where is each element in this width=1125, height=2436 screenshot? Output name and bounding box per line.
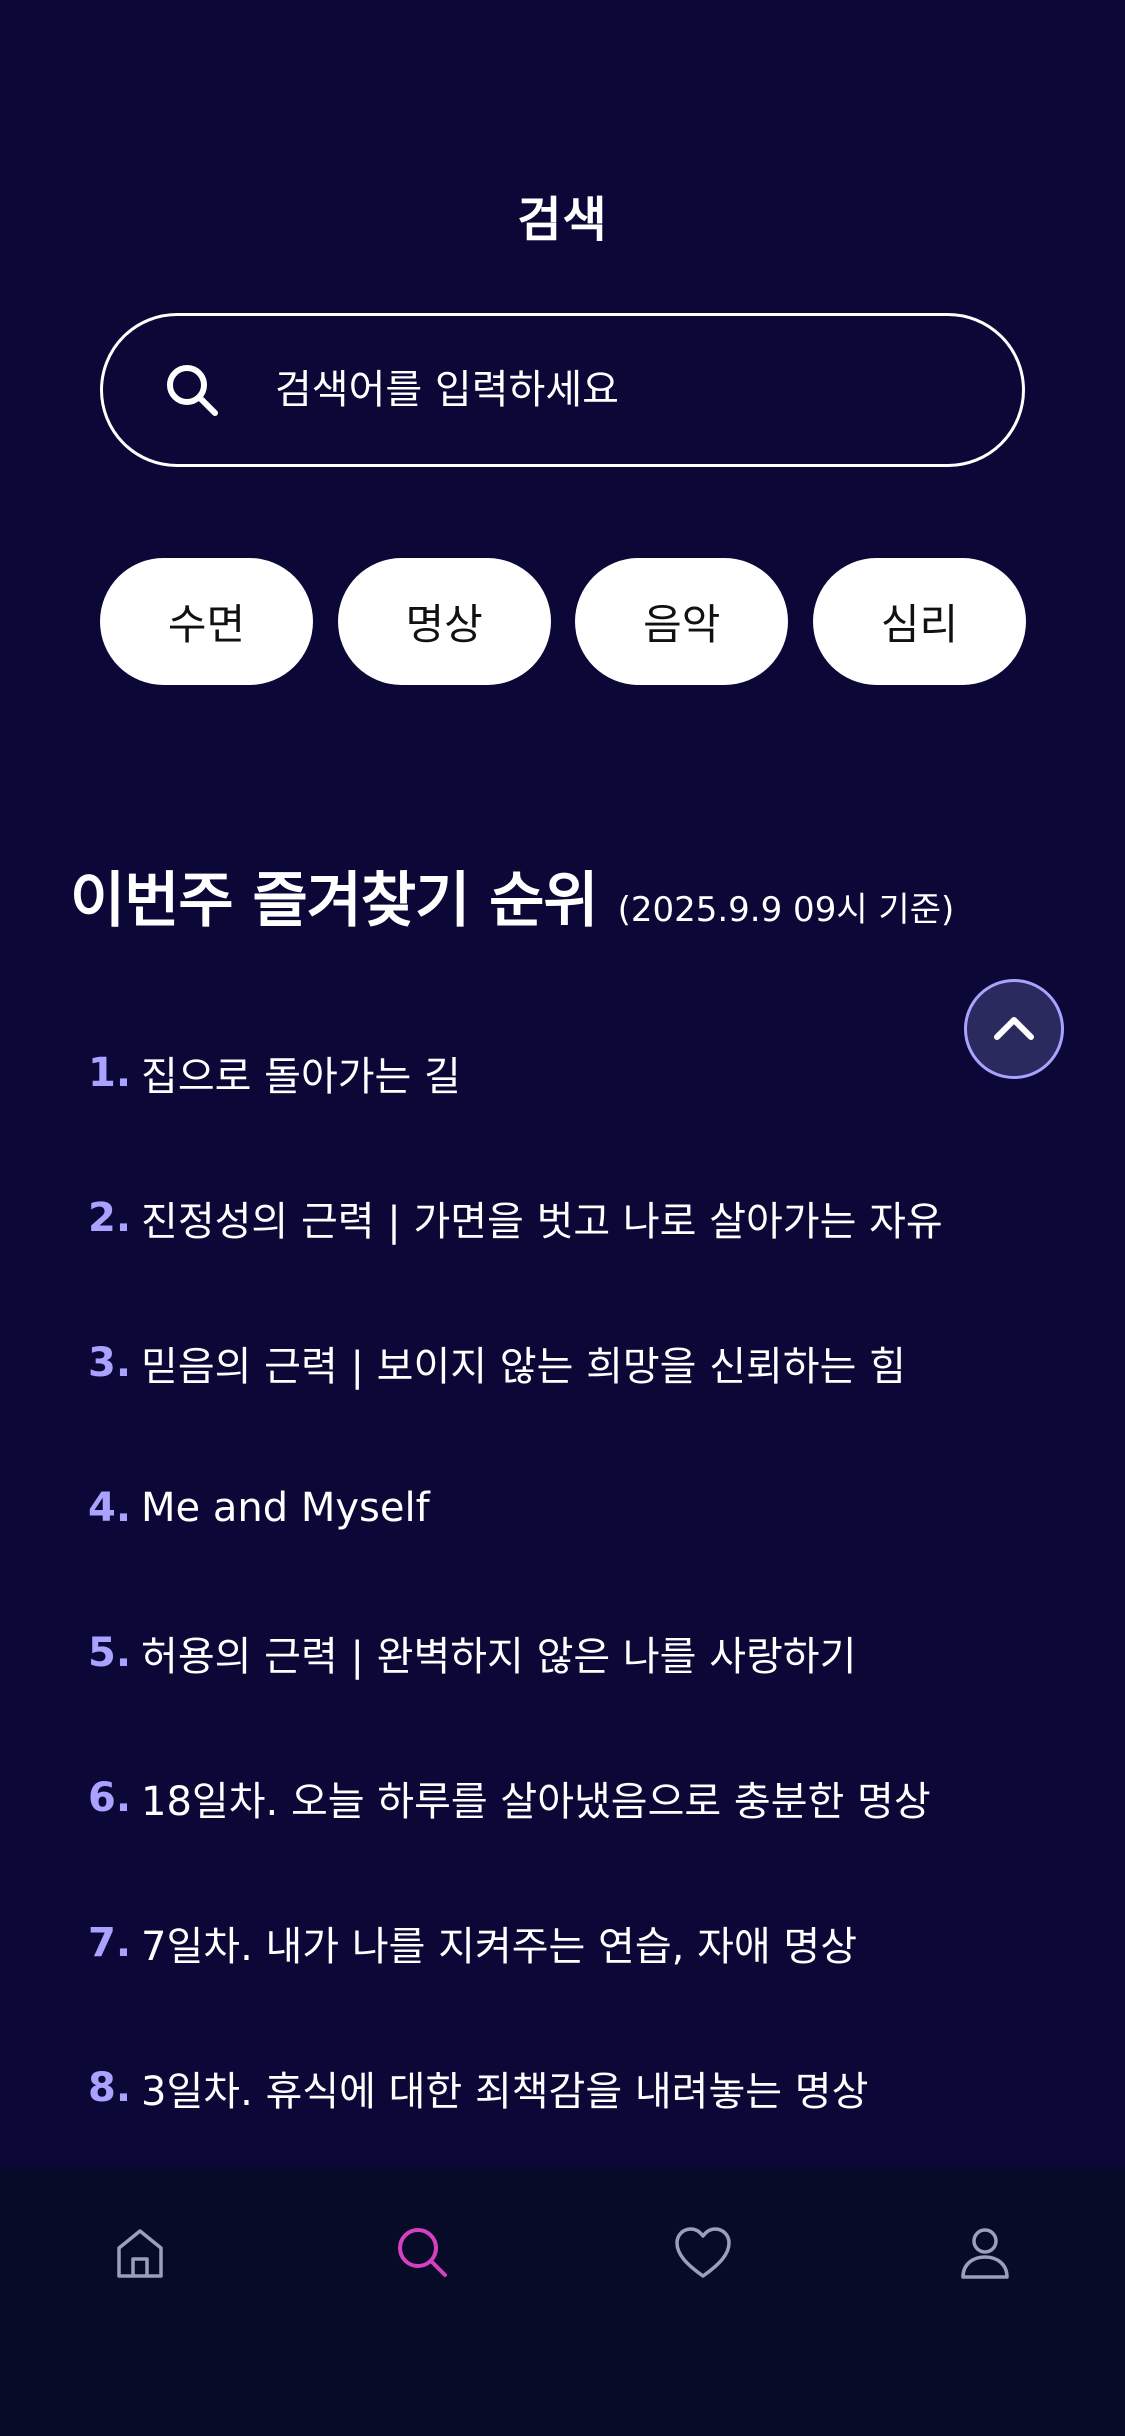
chevron-up-icon: [992, 1012, 1036, 1046]
ranking-item[interactable]: 2. 진정성의 근력 | 가면을 벗고 나로 살아가는 자유: [88, 1145, 1048, 1290]
chip-music[interactable]: 음악: [575, 558, 789, 685]
chip-meditation[interactable]: 명상: [337, 558, 551, 685]
search-icon: [393, 2223, 453, 2287]
rank-number: 3.: [88, 1339, 132, 1386]
rank-number: 8.: [88, 2064, 132, 2111]
ranking-list: 1. 집으로 돌아가는 길 2. 진정성의 근력 | 가면을 벗고 나로 살아가…: [88, 1000, 1048, 2160]
page-title: 검색: [517, 192, 608, 248]
home-icon: [111, 2224, 169, 2286]
rank-title: 7일차. 내가 나를 지켜주는 연습, 자애 명상: [141, 1923, 857, 1970]
nav-favorites[interactable]: [668, 2220, 738, 2290]
user-icon: [956, 2224, 1014, 2286]
rank-number: 7.: [88, 1919, 132, 1966]
ranking-heading: 이번주 즐겨찾기 순위 (2025.9.9 09시 기준): [70, 852, 954, 939]
ranking-item[interactable]: 8. 3일차. 휴식에 대한 죄책감을 내려놓는 명상: [88, 2015, 1048, 2160]
category-chips: 수면 명상 음악 심리: [100, 558, 1026, 685]
rank-number: 2.: [88, 1194, 132, 1241]
rank-number: 4.: [88, 1484, 132, 1531]
heart-icon: [672, 2224, 734, 2286]
bottom-navigation: [0, 2168, 1125, 2436]
ranking-item[interactable]: 3. 믿음의 근력 | 보이지 않는 희망을 신뢰하는 힘: [88, 1290, 1048, 1435]
scroll-to-top-button[interactable]: [964, 979, 1064, 1079]
search-input[interactable]: [275, 367, 1022, 413]
rank-number: 6.: [88, 1774, 132, 1821]
rank-title: 3일차. 휴식에 대한 죄책감을 내려놓는 명상: [141, 2068, 869, 2115]
chip-sleep[interactable]: 수면: [100, 558, 313, 685]
rank-title: Me and Myself: [141, 1484, 430, 1531]
chip-psychology[interactable]: 심리: [812, 558, 1026, 685]
search-screen: 검색 수면 명상 음악 심리 이번주 즐겨찾기 순위 (2025.9.9 09시…: [0, 0, 1125, 2436]
rank-title: 믿음의 근력 | 보이지 않는 희망을 신뢰하는 힘: [141, 1343, 906, 1390]
rank-title: 집으로 돌아가는 길: [141, 1053, 461, 1100]
rank-title: 허용의 근력 | 완벽하지 않은 나를 사랑하기: [141, 1633, 857, 1680]
rank-number: 5.: [88, 1629, 132, 1676]
rank-title: 진정성의 근력 | 가면을 벗고 나로 살아가는 자유: [141, 1198, 943, 1245]
ranking-item[interactable]: 6. 18일차. 오늘 하루를 살아냈음으로 충분한 명상: [88, 1725, 1048, 1870]
rank-title: 18일차. 오늘 하루를 살아냈음으로 충분한 명상: [141, 1778, 931, 1825]
ranking-item[interactable]: 7. 7일차. 내가 나를 지켜주는 연습, 자애 명상: [88, 1870, 1048, 2015]
nav-profile[interactable]: [950, 2220, 1020, 2290]
search-icon: [161, 359, 223, 421]
rank-number: 1.: [88, 1049, 132, 1096]
ranking-date: (2025.9.9 09시 기준): [617, 890, 955, 930]
search-bar[interactable]: [100, 313, 1025, 467]
nav-home[interactable]: [105, 2220, 175, 2290]
ranking-item[interactable]: 4. Me and Myself: [88, 1435, 1048, 1580]
ranking-item[interactable]: 1. 집으로 돌아가는 길: [88, 1000, 1048, 1145]
ranking-item[interactable]: 5. 허용의 근력 | 완벽하지 않은 나를 사랑하기: [88, 1580, 1048, 1725]
nav-search[interactable]: [388, 2220, 458, 2290]
ranking-title: 이번주 즐겨찾기 순위: [70, 866, 599, 936]
